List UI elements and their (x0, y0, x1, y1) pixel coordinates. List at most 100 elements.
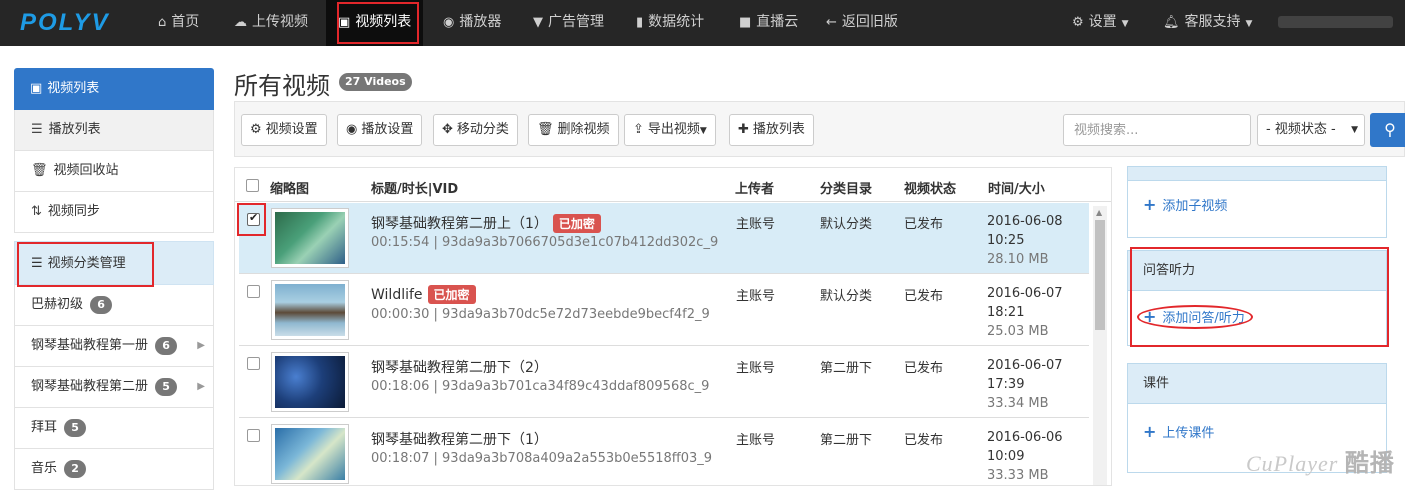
filter-icon: ▼ (533, 15, 543, 30)
video-duration-vid: 00:18:07 | 93da9a3b708a409a2a553b0e5518f… (371, 451, 713, 466)
category-item[interactable]: 音乐 2 (14, 449, 214, 490)
video-title[interactable]: 钢琴基础教程第二册上（1） 已加密 (371, 213, 601, 233)
sync-icon: ⇅ (31, 204, 42, 219)
arrow-left-icon: ← (826, 15, 837, 30)
play-circle-icon: ◉ (346, 122, 358, 137)
upload-courseware-link[interactable]: + 上传课件 (1143, 422, 1214, 441)
video-settings-button[interactable]: ⚙ 视频设置 (241, 114, 327, 146)
scroll-up-icon[interactable]: ▲ (1096, 208, 1102, 217)
video-thumbnail[interactable] (271, 424, 349, 484)
bar-chart-icon: ▮ (636, 15, 644, 30)
uploader-cell: 主账号 (736, 433, 776, 448)
playlist-button[interactable]: ✚ 播放列表 (729, 114, 814, 146)
video-status-select[interactable]: - 视频状态 - ▼ (1257, 114, 1365, 146)
video-thumbnail[interactable] (271, 352, 349, 412)
video-duration-vid: 00:15:54 | 93da9a3b7066705d3e1c07b412dd3… (371, 235, 719, 250)
nav-home[interactable]: ⌂ 首页 (158, 0, 199, 46)
video-duration-vid: 00:18:06 | 93da9a3b701ca34f89c43ddaf8095… (371, 379, 710, 394)
play-settings-button[interactable]: ◉ 播放设置 (337, 114, 423, 146)
col-time-size: 时间/大小 (988, 182, 1045, 197)
category-cell: 默认分类 (820, 217, 873, 232)
list-icon: ☰ (31, 122, 43, 137)
sidebar-item-recycle-bin[interactable]: 🗑︎ 视频回收站 (14, 151, 214, 192)
count-badge: 6 (90, 296, 113, 314)
bell-icon: 🔔︎ (1163, 15, 1180, 30)
nav-live-cloud[interactable]: ■ 直播云 (739, 0, 798, 46)
row-checkbox[interactable] (247, 429, 260, 442)
count-badge: 5 (155, 378, 178, 396)
cloud-upload-icon: ☁ (234, 15, 247, 30)
table-row[interactable]: 钢琴基础教程第二册上（1）已加密 00:15:54 | 93da9a3b7066… (239, 203, 1089, 274)
delete-video-button[interactable]: 🗑︎ 删除视频 (528, 114, 619, 146)
trash-icon: 🗑︎ (537, 122, 554, 137)
time-size-cell: 2016-06-07 17:39 33.34 MB (987, 358, 1063, 411)
export-icon: ⇪ (633, 122, 644, 137)
video-search-input[interactable] (1063, 114, 1251, 146)
nav-statistics[interactable]: ▮ 数据统计 (636, 0, 704, 46)
blurred-username[interactable] (1278, 16, 1393, 28)
table-row[interactable]: 钢琴基础教程第二册下（1） 00:18:07 | 93da9a3b708a409… (239, 419, 1089, 485)
cuplayer-watermark: CuPlayer 酷播 (1246, 451, 1395, 477)
plus-icon: + (1143, 422, 1157, 441)
nav-player[interactable]: ◉ 播放器 (443, 0, 501, 46)
category-item[interactable]: 钢琴基础教程第二册 5 ▶ (14, 367, 214, 408)
table-row[interactable]: Wildlife 已加密 00:00:30 | 93da9a3b70dc5e72d… (239, 275, 1089, 346)
home-icon: ⌂ (158, 15, 167, 30)
nav-ad-management[interactable]: ▼ 广告管理 (533, 0, 604, 46)
gear-icon: ⚙ (250, 122, 262, 137)
highlight-box-qa-panel (1130, 247, 1389, 347)
nav-back-old-version[interactable]: ← 返回旧版 (826, 0, 898, 46)
count-badge: 2 (64, 460, 87, 478)
time-size-cell: 2016-06-06 10:09 33.33 MB (987, 430, 1063, 483)
courseware-panel-header: 课件 (1128, 364, 1386, 404)
sidebar-item-video-sync[interactable]: ⇅ 视频同步 (14, 192, 214, 233)
category-item[interactable]: 拜耳 5 (14, 408, 214, 449)
move-icon: ✥ (442, 122, 453, 137)
caret-down-icon: ▼ (1351, 125, 1358, 135)
category-cell: 第二册下 (820, 361, 873, 376)
category-cell: 默认分类 (820, 289, 873, 304)
category-item[interactable]: 钢琴基础教程第一册 6 ▶ (14, 326, 214, 367)
encrypted-badge: 已加密 (552, 214, 601, 233)
move-category-button[interactable]: ✥ 移动分类 (433, 114, 518, 146)
search-icon: ⚲ (1384, 120, 1396, 139)
search-button[interactable]: ⚲ (1370, 113, 1405, 147)
highlight-box-row-checkbox (237, 203, 266, 236)
video-thumbnail[interactable] (271, 208, 349, 268)
video-title[interactable]: Wildlife 已加密 (371, 285, 476, 304)
nav-upload-video[interactable]: ☁ 上传视频 (234, 0, 308, 46)
col-thumbnail: 缩略图 (270, 182, 310, 197)
row-checkbox[interactable] (247, 357, 260, 370)
row-checkbox[interactable] (247, 285, 260, 298)
category-item[interactable]: 巴赫初级 6 (14, 285, 214, 326)
play-circle-icon: ◉ (443, 15, 455, 30)
add-sub-video-link[interactable]: + 添加子视频 (1143, 195, 1227, 214)
col-category: 分类目录 (820, 182, 873, 197)
highlight-box-category-management (17, 242, 154, 287)
highlight-oval-add-qa (1137, 305, 1253, 329)
video-title[interactable]: 钢琴基础教程第二册下（1） (371, 429, 548, 449)
count-badge: 6 (155, 337, 178, 355)
encrypted-badge: 已加密 (427, 285, 476, 304)
sidebar-item-playlist[interactable]: ☰ 播放列表 (14, 110, 214, 151)
scrollbar-thumb[interactable] (1095, 220, 1105, 330)
table-header: 缩略图 标题/时长|VID 上传者 分类目录 视频状态 时间/大小 (235, 168, 1111, 202)
video-title[interactable]: 钢琴基础教程第二册下（2） (371, 357, 548, 377)
sidebar-head-video-list[interactable]: ▣ 视频列表 (14, 68, 214, 110)
table-scrollbar[interactable]: ▲ (1093, 206, 1107, 485)
select-all-checkbox[interactable] (246, 179, 259, 192)
nav-settings[interactable]: ⚙ 设置 ▼ (1072, 0, 1129, 46)
highlight-box-nav-video-list (337, 2, 419, 44)
nav-support[interactable]: 🔔︎ 客服支持 ▼ (1163, 0, 1252, 46)
export-video-button[interactable]: ⇪ 导出视频▼ (624, 114, 716, 146)
table-row[interactable]: 钢琴基础教程第二册下（2） 00:18:06 | 93da9a3b701ca34… (239, 347, 1089, 418)
caret-down-icon: ▼ (699, 126, 707, 136)
col-uploader: 上传者 (735, 182, 775, 197)
caret-down-icon: ▼ (1121, 19, 1129, 29)
status-cell: 已发布 (904, 361, 944, 376)
chevron-right-icon[interactable]: ▶ (197, 326, 205, 366)
col-title: 标题/时长|VID (371, 182, 459, 197)
chevron-right-icon[interactable]: ▶ (197, 367, 205, 407)
polyv-logo[interactable]: POLYV (20, 9, 110, 37)
video-thumbnail[interactable] (271, 280, 349, 340)
